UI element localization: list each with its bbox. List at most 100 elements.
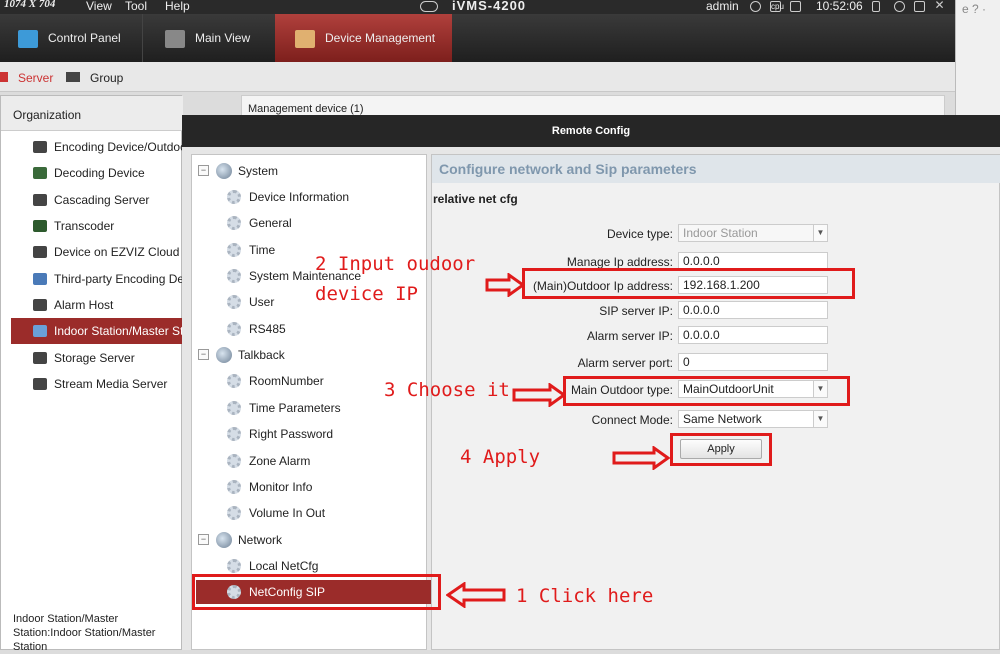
cloud-device-icon xyxy=(33,246,47,258)
third-party-icon xyxy=(33,273,47,285)
tree-item-volume-in-out[interactable]: Volume In Out xyxy=(227,501,417,525)
org-item-label: Decoding Device xyxy=(54,166,145,180)
highlight-apply xyxy=(670,433,772,466)
menu-tool[interactable]: Tool xyxy=(125,0,147,13)
chevron-down-icon[interactable]: ▼ xyxy=(813,411,827,427)
tab-group[interactable]: Group xyxy=(90,71,123,85)
sip-ip-label: SIP server IP: xyxy=(599,304,673,318)
restore-icon[interactable] xyxy=(914,1,925,12)
device-type-label: Device type: xyxy=(606,227,673,241)
connect-mode-label: Connect Mode: xyxy=(591,413,673,427)
alarm-port-label: Alarm server port: xyxy=(577,356,673,370)
system-bar: 1074 X 704 View Tool Help iVMS-4200 admi… xyxy=(0,0,955,14)
connect-mode-select[interactable]: Same Network ▼ xyxy=(678,410,828,428)
globe-icon xyxy=(216,532,232,548)
device-type-value: Indoor Station xyxy=(683,226,758,240)
annotation-step-2-line1: 2 Input oudoor xyxy=(315,253,476,275)
org-item-transcoder[interactable]: Transcoder xyxy=(11,213,183,239)
annotation-step-2-line2: device IP xyxy=(315,283,418,305)
tab-server[interactable]: Server xyxy=(18,71,53,85)
tree-node-label: Network xyxy=(238,533,283,547)
tree-item-general[interactable]: General xyxy=(227,211,417,235)
tree-item-label: Monitor Info xyxy=(249,480,313,494)
tree-item-label: Volume In Out xyxy=(249,506,326,520)
tree-item-right-password[interactable]: Right Password xyxy=(227,422,417,446)
menu-view[interactable]: View xyxy=(86,0,112,13)
org-item-storage-server[interactable]: Storage Server xyxy=(11,345,183,371)
organization-panel: Organization Encoding Device/Outdoor Dec… xyxy=(0,95,183,653)
globe-icon xyxy=(216,163,232,179)
sip-ip-input[interactable]: 0.0.0.0 xyxy=(678,301,828,319)
gear-icon xyxy=(227,216,241,230)
stream-media-icon xyxy=(33,378,47,390)
user-name[interactable]: admin xyxy=(706,0,739,13)
alarm-ip-label: Alarm server IP: xyxy=(586,329,673,343)
gear-icon xyxy=(227,506,241,520)
cpu-icon[interactable]: cpu xyxy=(770,1,784,12)
org-item-label: Cascading Server xyxy=(54,193,150,207)
org-item-stream-media[interactable]: Stream Media Server xyxy=(11,371,183,397)
tree-item-label: Zone Alarm xyxy=(249,454,311,468)
keyboard-icon[interactable] xyxy=(790,1,801,12)
panel-heading: Configure network and Sip parameters xyxy=(432,155,1000,183)
org-item-encoding-device[interactable]: Encoding Device/Outdoor xyxy=(11,134,183,160)
gear-icon xyxy=(227,322,241,336)
chevron-down-icon: ▼ xyxy=(813,225,827,241)
tree-item-label: Right Password xyxy=(249,427,334,441)
tree-item-label: RS485 xyxy=(249,322,286,336)
collapse-icon[interactable]: − xyxy=(198,165,209,176)
section-label: relative net cfg xyxy=(433,192,518,206)
arrow-right-icon xyxy=(485,273,525,297)
tree-node-label: Talkback xyxy=(238,348,285,362)
close-icon[interactable]: ✕ xyxy=(934,0,945,12)
collapse-icon[interactable]: − xyxy=(198,349,209,360)
menu-help[interactable]: Help xyxy=(165,0,190,13)
org-item-label: Indoor Station/Master Station xyxy=(54,324,183,338)
globe-icon[interactable] xyxy=(750,1,761,12)
tab-control-panel[interactable]: Control Panel xyxy=(0,14,140,62)
alarm-ip-input[interactable]: 0.0.0.0 xyxy=(678,326,828,344)
alarm-port-input[interactable]: 0 xyxy=(678,353,828,371)
gear-icon xyxy=(227,269,241,283)
org-item-indoor-station[interactable]: Indoor Station/Master Station xyxy=(11,318,183,344)
cascading-server-icon xyxy=(33,194,47,206)
main-tab-bar: Control Panel Main View Device Managemen… xyxy=(0,14,955,62)
device-type-select: Indoor Station ▼ xyxy=(678,224,828,242)
lock-icon[interactable] xyxy=(872,1,880,12)
gear-icon xyxy=(227,454,241,468)
tab-main-view[interactable]: Main View xyxy=(142,14,272,62)
gear-icon xyxy=(227,559,241,573)
gear-icon xyxy=(227,190,241,204)
arrow-right-icon xyxy=(512,383,566,407)
org-item-alarm-host[interactable]: Alarm Host xyxy=(11,292,183,318)
tree-item-zone-alarm[interactable]: Zone Alarm xyxy=(227,449,417,473)
tree-item-rs485[interactable]: RS485 xyxy=(227,317,417,341)
org-item-label: Device on EZVIZ Cloud xyxy=(54,245,180,259)
tree-item-device-information[interactable]: Device Information xyxy=(227,185,417,209)
encoding-device-icon xyxy=(33,141,47,153)
org-item-label: Third-party Encoding Device xyxy=(54,272,183,286)
server-icon xyxy=(0,72,8,82)
decoding-device-icon xyxy=(33,167,47,179)
minimize-icon[interactable] xyxy=(894,1,905,12)
tree-item-label: General xyxy=(249,216,292,230)
tree-item-label: Time Parameters xyxy=(249,401,341,415)
org-item-label: Storage Server xyxy=(54,351,135,365)
org-item-third-party[interactable]: Third-party Encoding Device xyxy=(11,266,183,292)
highlight-outdoor-type xyxy=(563,376,850,406)
org-item-ezviz-cloud[interactable]: Device on EZVIZ Cloud xyxy=(11,239,183,265)
collapse-icon[interactable]: − xyxy=(198,534,209,545)
org-item-cascading-server[interactable]: Cascading Server xyxy=(11,187,183,213)
dialog-title: Remote Config xyxy=(182,115,1000,147)
arrow-left-icon xyxy=(446,582,506,608)
highlight-netconfig-sip xyxy=(192,574,441,610)
control-panel-icon xyxy=(18,29,38,48)
tree-node-label: System xyxy=(238,164,279,178)
annotation-step-1: 1 Click here xyxy=(516,585,654,607)
org-item-label: Stream Media Server xyxy=(54,377,168,391)
gear-icon xyxy=(227,295,241,309)
tree-item-monitor-info[interactable]: Monitor Info xyxy=(227,475,417,499)
org-item-decoding-device[interactable]: Decoding Device xyxy=(11,160,183,186)
tab-device-management[interactable]: Device Management xyxy=(275,14,452,62)
alarm-host-icon xyxy=(33,299,47,311)
